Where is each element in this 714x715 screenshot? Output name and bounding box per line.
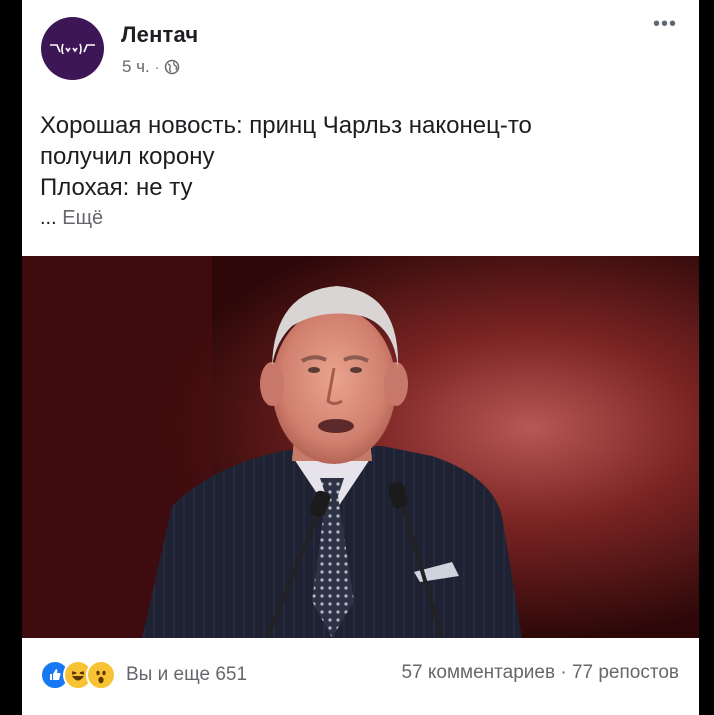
photo-of-speaker <box>22 256 699 638</box>
reactions-count: Вы и еще 651 <box>126 664 248 685</box>
post-text-line: получил корону <box>40 143 215 170</box>
meta-separator: · <box>154 59 160 75</box>
post-photo[interactable] <box>22 256 699 638</box>
wow-icon <box>86 660 116 690</box>
see-more-ellipsis: ... <box>40 207 57 229</box>
post-text-line: Плохая: не ту <box>40 174 193 201</box>
reactions-summary[interactable]: Вы и еще 651 <box>40 660 247 690</box>
lentach-logo-icon <box>49 43 95 54</box>
shares-count[interactable]: 77 репостов <box>572 662 679 683</box>
see-more-label: Ещё <box>62 207 104 229</box>
post-card: Лентач 5 ч. · ••• Хорошая новость: принц… <box>22 0 699 715</box>
counts-separator: · <box>560 662 567 683</box>
comments-count[interactable]: 57 комментариев <box>401 662 555 683</box>
page-avatar[interactable] <box>41 17 104 80</box>
post-text: Хорошая новость: принц Чарльз наконец-то… <box>40 110 680 234</box>
post-meta: 5 ч. · <box>122 57 180 77</box>
globe-icon[interactable] <box>164 59 180 75</box>
see-more-link[interactable]: ... Ещё <box>40 203 680 234</box>
more-dots-icon[interactable]: ••• <box>653 14 677 34</box>
page-name[interactable]: Лентач <box>121 22 198 48</box>
post-time[interactable]: 5 ч. <box>122 57 150 77</box>
engagement-counts: 57 комментариев · 77 репостов <box>401 662 679 684</box>
post-text-line: Хорошая новость: принц Чарльз наконец-то <box>40 112 532 139</box>
